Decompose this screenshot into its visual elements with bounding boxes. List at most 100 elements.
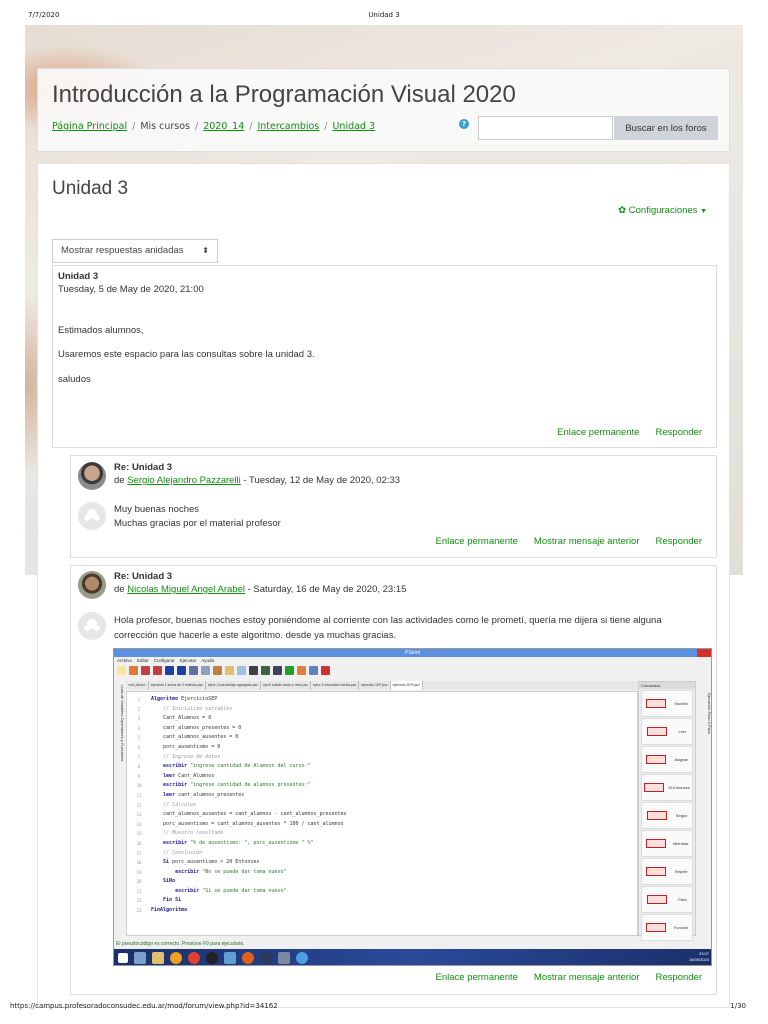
author-avatar[interactable] [78, 462, 106, 490]
post-body-line: Usaremos este espacio para las consultas… [58, 349, 315, 360]
code-line: 18 Si porc_ausentismo > 20 Entonces [127, 858, 637, 868]
pseint-screenshot-image: PSeInt Archivo Editar Configurar Ejecutar Ay… [113, 648, 712, 966]
code-line: 17 // Conclusión [127, 849, 637, 859]
command-button: Mientras [641, 830, 693, 857]
line-number: 20 [136, 879, 142, 885]
print-page-number: 1/30 [730, 1002, 746, 1010]
code-token: escribir [151, 839, 191, 846]
code-line: 5 cant_alumnos_ausentes = 0 [127, 733, 637, 743]
code-token: "No se puede dar toma nuevo" [202, 868, 287, 875]
save-as-icon [153, 666, 162, 675]
code-line: 8 escribir "ingrese cantidad de Alumnos … [127, 762, 637, 772]
commands-title: Comandos [639, 682, 695, 689]
search-forums-button[interactable]: Buscar en los foros [614, 116, 718, 140]
line-number: 9 [137, 773, 141, 779]
line-number: 15 [136, 831, 142, 837]
code-line: 10 escribir "ingrese cantidad de alumnos… [127, 781, 637, 791]
line-number: 21 [136, 888, 142, 894]
code-token: cant_alumnos_ausentes = cant_alumnos - c… [151, 811, 347, 818]
line-number: 12 [136, 802, 142, 808]
code-token: leer [151, 772, 179, 779]
firefox-icon [242, 952, 254, 964]
code-token: porc_ausentismo > 20 Entonces [172, 859, 260, 866]
select-arrows-icon: ⬍ [202, 246, 209, 255]
show-parent-link[interactable]: Mostrar mensaje anterior [534, 972, 640, 983]
show-parent-link[interactable]: Mostrar mensaje anterior [534, 536, 640, 547]
group-icon [78, 612, 106, 640]
code-token: escribir [151, 782, 191, 789]
code-line: 16 escribir "% de ausentismo: ", porc_au… [127, 839, 637, 849]
code-token: Cant_Alumnos = 0 [151, 715, 212, 722]
line-number: 4 [137, 725, 141, 731]
gear-icon: ✿ [618, 205, 629, 216]
author-avatar[interactable] [78, 571, 106, 599]
copy-icon [201, 666, 210, 675]
windows-start-icon [118, 953, 128, 963]
window-titlebar: PSeInt [114, 649, 711, 657]
code-token: Fin Si [151, 897, 182, 904]
post-subject: Re: Unidad 3 [114, 462, 173, 473]
permalink-link[interactable]: Enlace permanente [436, 536, 518, 547]
command-button: Leer [641, 718, 693, 745]
reply-link[interactable]: Responder [656, 536, 702, 547]
step-by-step-tab: Ejecución Paso a Paso [707, 693, 712, 735]
post-date: Tuesday, 5 de May de 2020, 21:00 [58, 284, 204, 295]
code-token: EjercicioSEP [181, 696, 218, 702]
post-subject: Re: Unidad 3 [114, 571, 173, 582]
step-icon [261, 666, 270, 675]
line-number: 2 [137, 706, 141, 712]
app-icon [170, 952, 182, 964]
breadcrumb-section[interactable]: Intercambios [257, 121, 319, 132]
help-icon[interactable]: ? [459, 119, 469, 129]
breadcrumb-forum[interactable]: Unidad 3 [332, 121, 375, 132]
permalink-link[interactable]: Enlace permanente [557, 427, 639, 438]
code-token: SiNo [151, 878, 176, 885]
menu-item: Ayuda [201, 658, 214, 663]
settings-menu[interactable]: ✿ Configuraciones ▼ [618, 205, 707, 216]
commands-panel: Comandos Escribir Leer Asignar Si-Entonces S… [638, 681, 696, 941]
toolbar [114, 664, 711, 678]
post-date: - Tuesday, 12 de May de 2020, 02:33 [240, 475, 401, 486]
author-link[interactable]: Nicolas Miguel Angel Arabel [127, 584, 245, 595]
file-tab: ejer3 sueldo bruto y neto.psc [261, 681, 312, 690]
app-icon [224, 952, 236, 964]
new-file-icon [117, 666, 126, 675]
breadcrumb: Página Principal / Mis cursos/2020_14/Inte… [52, 121, 376, 132]
line-number: 23 [136, 908, 142, 914]
breadcrumb-course[interactable]: 2020_14 [203, 121, 244, 132]
reply-link[interactable]: Responder [656, 427, 702, 438]
command-label: Leer [678, 729, 687, 734]
redo-icon [177, 666, 186, 675]
command-shape-icon [646, 699, 667, 708]
file-tab: ejercicio 2EP.psc* [390, 681, 424, 690]
author-link[interactable]: Sergio Alejandro Pazzarelli [127, 475, 241, 486]
debug-icon [273, 666, 282, 675]
display-mode-select[interactable]: Mostrar respuestas anidadas ⬍ [52, 239, 218, 263]
command-shape-icon [646, 755, 667, 764]
command-button: Escribir [641, 690, 693, 717]
command-label: Función [673, 925, 689, 930]
line-number: 11 [136, 792, 142, 798]
file-tab: ejerc 4 velocidad media.psc [311, 681, 360, 690]
code-token: "% de ausentismo: ", porc_ausentismo " %… [190, 839, 314, 846]
reply-link[interactable]: Responder [656, 972, 702, 983]
permalink-link[interactable]: Enlace permanente [436, 972, 518, 983]
close-icon [697, 649, 711, 657]
command-button: Función [641, 914, 693, 941]
forum-search-input[interactable] [478, 116, 613, 140]
command-shape-icon [645, 923, 666, 932]
code-token: Algoritmo [151, 696, 182, 702]
code-token: escribir [151, 887, 203, 894]
run-icon [285, 666, 294, 675]
command-button: Asignar [641, 746, 693, 773]
breadcrumb-home[interactable]: Página Principal [52, 121, 127, 132]
post-body-line: saludos [58, 374, 91, 385]
code-line: 7 // Ingreso de datos [127, 753, 637, 763]
code-token: FinAlgoritmo [151, 907, 188, 914]
code-line: 20 SiNo [127, 877, 637, 887]
draw-icon [309, 666, 318, 675]
command-label: Asignar [674, 757, 688, 762]
post-subject: Unidad 3 [58, 271, 99, 282]
code-token: escribir [151, 868, 203, 875]
line-number: 6 [137, 744, 141, 750]
